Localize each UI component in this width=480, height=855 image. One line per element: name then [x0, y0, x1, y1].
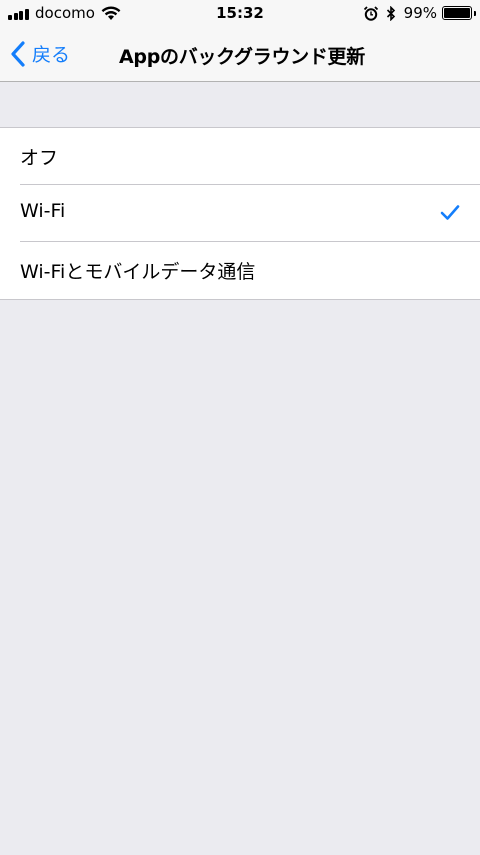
- option-label: オフ: [20, 147, 59, 169]
- battery-icon: [442, 6, 476, 20]
- status-right: 99%: [363, 4, 476, 22]
- bluetooth-icon: [386, 5, 395, 21]
- page-title: Appのバックグラウンド更新: [0, 42, 480, 69]
- page-title-text: Appのバックグラウンド更新: [119, 46, 365, 68]
- status-bar: docomo 15:32 99%: [0, 0, 480, 28]
- checkmark-icon: [440, 205, 460, 220]
- option-wifi-and-cellular[interactable]: Wi-Fiとモバイルデータ通信: [0, 242, 480, 299]
- options-list: オフ Wi-Fi Wi-Fiとモバイルデータ通信: [0, 127, 480, 300]
- option-off[interactable]: オフ: [0, 128, 480, 185]
- option-label: Wi-Fi: [20, 200, 66, 222]
- battery-fill: [444, 8, 470, 18]
- alarm-icon: [363, 5, 378, 21]
- battery-cap: [473, 10, 476, 16]
- navigation-bar: 戻る Appのバックグラウンド更新: [0, 28, 480, 82]
- battery-percent: 99%: [403, 4, 437, 22]
- option-wifi[interactable]: Wi-Fi: [0, 185, 480, 242]
- option-label: Wi-Fiとモバイルデータ通信: [20, 261, 256, 283]
